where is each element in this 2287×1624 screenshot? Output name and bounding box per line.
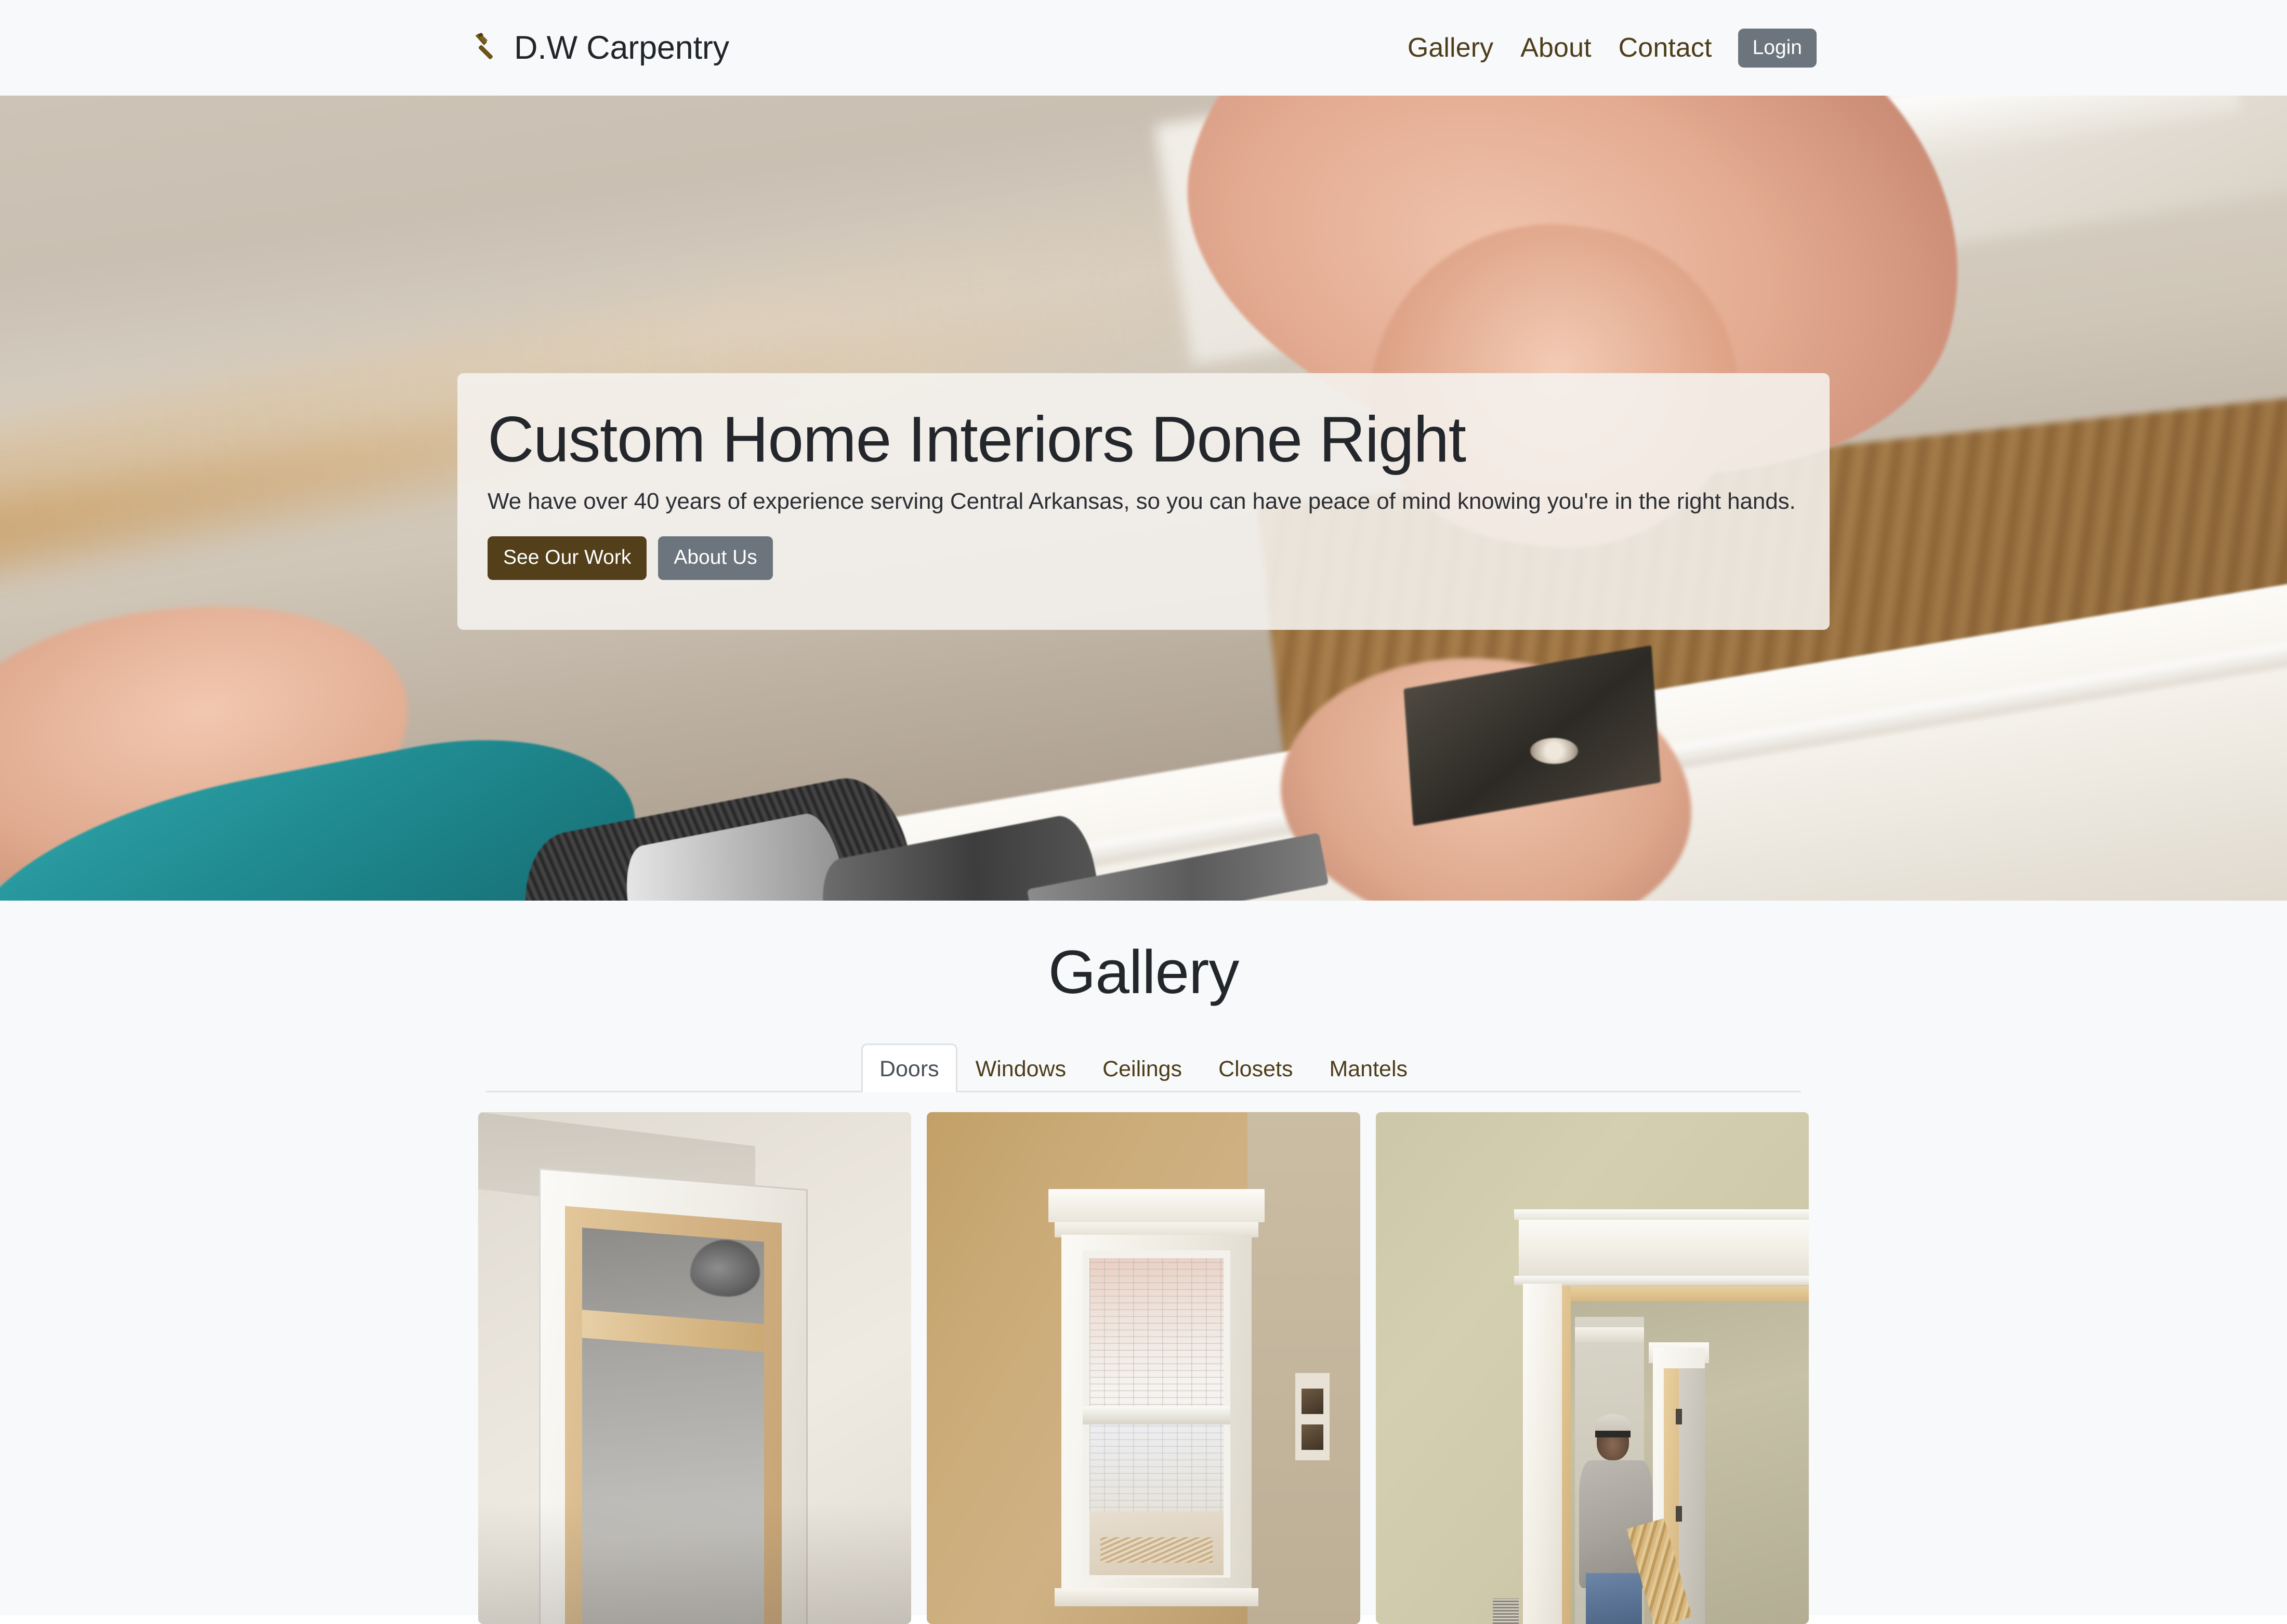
g2-upper-glass bbox=[1089, 1258, 1224, 1412]
nav-links-group: Gallery About Contact Login bbox=[1394, 29, 1817, 68]
brand-logo-link[interactable]: D.W Carpentry bbox=[470, 29, 729, 67]
hero-title: Custom Home Interiors Done Right bbox=[488, 404, 1799, 475]
g3-header-board bbox=[1519, 1220, 1809, 1276]
gallery-title: Gallery bbox=[0, 937, 2287, 1008]
tab-mantels[interactable]: Mantels bbox=[1311, 1044, 1426, 1092]
g3-hallway-trim bbox=[1575, 1327, 1644, 1343]
gallery-image-grid bbox=[478, 1112, 1809, 1624]
about-us-button[interactable]: About Us bbox=[658, 536, 772, 580]
g2-electrical-box-lower bbox=[1302, 1424, 1323, 1450]
gallery-image-3[interactable] bbox=[1376, 1112, 1809, 1624]
tab-doors[interactable]: Doors bbox=[861, 1044, 957, 1092]
login-button[interactable]: Login bbox=[1738, 29, 1817, 68]
tab-closets[interactable]: Closets bbox=[1200, 1044, 1311, 1092]
g2-header-casing bbox=[1048, 1189, 1265, 1222]
g2-electrical-box-upper bbox=[1302, 1389, 1323, 1414]
g3-pine-jamb bbox=[1562, 1286, 1571, 1624]
hero-photo-screw bbox=[1530, 738, 1578, 764]
tab-ceilings[interactable]: Ceilings bbox=[1084, 1044, 1200, 1092]
nav-link-gallery[interactable]: Gallery bbox=[1394, 32, 1507, 63]
gallery-image-1[interactable] bbox=[478, 1112, 911, 1624]
gallery-section: Gallery Doors Windows Ceilings Closets M… bbox=[0, 901, 2287, 1615]
nav-link-contact[interactable]: Contact bbox=[1605, 32, 1726, 63]
top-navbar: D.W Carpentry Gallery About Contact Logi… bbox=[0, 0, 2287, 96]
see-our-work-button[interactable]: See Our Work bbox=[488, 536, 647, 580]
g3-header-cap bbox=[1514, 1209, 1809, 1220]
g2-window-sill bbox=[1055, 1588, 1258, 1606]
g3-pine-header bbox=[1562, 1286, 1809, 1302]
nav-link-about[interactable]: About bbox=[1507, 32, 1605, 63]
g3-left-casing bbox=[1523, 1284, 1562, 1624]
hero-subtitle: We have over 40 years of experience serv… bbox=[488, 488, 1799, 514]
g3-worker-jeans bbox=[1586, 1573, 1642, 1624]
hammer-icon bbox=[470, 32, 503, 64]
g3-floor-vent bbox=[1493, 1599, 1519, 1624]
g2-meeting-rail bbox=[1083, 1406, 1230, 1424]
hero-section: Custom Home Interiors Done Right We have… bbox=[0, 96, 2287, 901]
g1-shadow bbox=[478, 1501, 911, 1624]
hero-text-card: Custom Home Interiors Done Right We have… bbox=[457, 373, 1830, 630]
g3-door-hinge-upper bbox=[1676, 1409, 1682, 1424]
g3-door-hinge-lower bbox=[1676, 1506, 1682, 1522]
gallery-image-2[interactable] bbox=[927, 1112, 1360, 1624]
brand-name: D.W Carpentry bbox=[514, 29, 729, 67]
tab-windows[interactable]: Windows bbox=[957, 1044, 1084, 1092]
hero-button-group: See Our Work About Us bbox=[488, 536, 1799, 580]
g2-lumber-pile bbox=[1100, 1537, 1213, 1563]
gallery-tab-bar: Doors Windows Ceilings Closets Mantels bbox=[486, 1042, 1801, 1092]
g3-worker-cap-band bbox=[1595, 1431, 1631, 1438]
